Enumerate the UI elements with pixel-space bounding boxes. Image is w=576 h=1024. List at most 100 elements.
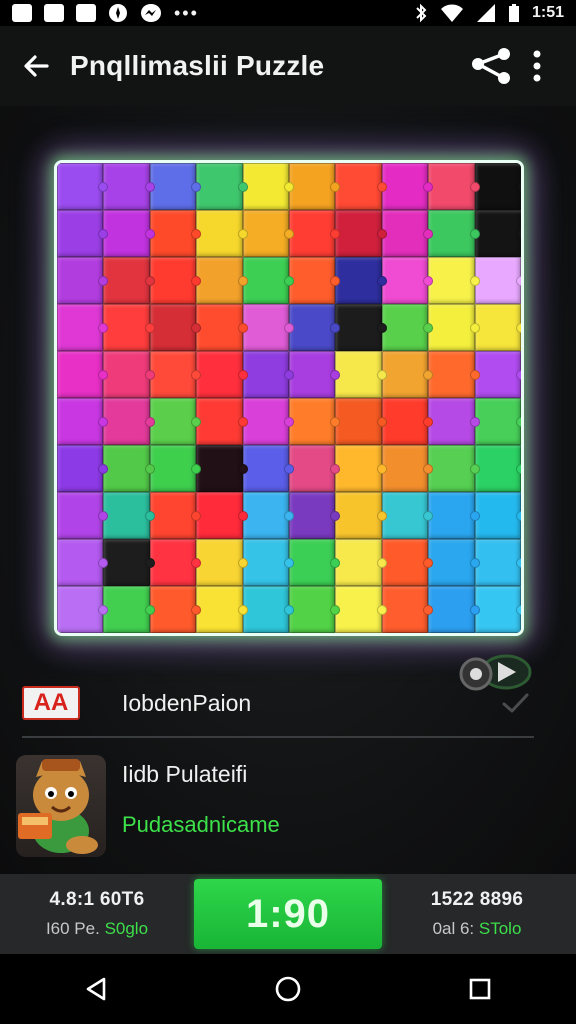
puzzle-piece[interactable] [335,304,388,351]
list-item-2[interactable]: Iidb Pulateifi Pudasadnicame [16,755,556,859]
puzzle-piece[interactable] [474,586,521,633]
puzzle-piece[interactable] [474,351,521,398]
nav-recents-button[interactable] [450,964,510,1014]
puzzle-piece[interactable] [428,398,481,445]
puzzle-piece[interactable] [242,257,295,304]
puzzle-piece[interactable] [149,257,202,304]
puzzle-piece[interactable] [428,257,481,304]
puzzle-piece[interactable] [196,492,249,539]
puzzle-piece[interactable] [428,304,481,351]
puzzle-piece[interactable] [289,163,341,210]
puzzle-piece[interactable] [242,445,295,492]
puzzle-piece[interactable] [428,492,481,539]
puzzle-grid[interactable] [57,163,521,633]
puzzle-piece[interactable] [196,351,249,398]
puzzle-piece[interactable] [428,539,481,586]
puzzle-piece[interactable] [149,492,202,539]
back-button[interactable] [16,46,56,86]
puzzle-piece[interactable] [289,492,341,539]
puzzle-piece[interactable] [57,304,109,351]
puzzle-piece[interactable] [335,351,388,398]
puzzle-piece[interactable] [103,163,156,210]
puzzle-piece[interactable] [428,351,481,398]
puzzle-piece[interactable] [335,539,388,586]
puzzle-piece[interactable] [289,445,341,492]
list-item-1[interactable]: AA IobdenPaion [22,678,534,728]
puzzle-piece[interactable] [103,492,156,539]
timer-button[interactable]: 1:90 [194,879,382,949]
puzzle-piece[interactable] [149,539,202,586]
puzzle-piece[interactable] [149,163,202,210]
puzzle-piece[interactable] [474,492,521,539]
puzzle-piece[interactable] [242,586,295,633]
puzzle-piece[interactable] [335,586,388,633]
puzzle-piece[interactable] [242,539,295,586]
puzzle-piece[interactable] [57,586,109,633]
puzzle-board[interactable] [54,160,524,636]
puzzle-piece[interactable] [428,210,481,257]
puzzle-piece[interactable] [289,586,341,633]
puzzle-piece[interactable] [242,351,295,398]
puzzle-piece[interactable] [289,304,341,351]
puzzle-piece[interactable] [474,445,521,492]
puzzle-piece[interactable] [381,445,434,492]
puzzle-piece[interactable] [335,398,388,445]
puzzle-piece[interactable] [381,163,434,210]
puzzle-piece[interactable] [289,398,341,445]
puzzle-piece[interactable] [381,304,434,351]
puzzle-piece[interactable] [289,539,341,586]
puzzle-piece[interactable] [196,539,249,586]
puzzle-piece[interactable] [103,304,156,351]
puzzle-piece[interactable] [335,492,388,539]
share-button[interactable] [468,43,514,89]
puzzle-piece[interactable] [474,398,521,445]
puzzle-piece[interactable] [57,539,109,586]
puzzle-piece[interactable] [196,163,249,210]
puzzle-piece[interactable] [57,398,109,445]
puzzle-piece[interactable] [103,351,156,398]
puzzle-piece[interactable] [381,398,434,445]
puzzle-piece[interactable] [149,586,202,633]
puzzle-piece[interactable] [57,163,109,210]
puzzle-piece[interactable] [428,445,481,492]
puzzle-piece[interactable] [289,210,341,257]
puzzle-piece[interactable] [335,210,388,257]
nav-home-button[interactable] [258,964,318,1014]
puzzle-piece[interactable] [242,163,295,210]
puzzle-piece[interactable] [242,304,295,351]
puzzle-piece[interactable] [381,586,434,633]
puzzle-piece[interactable] [149,351,202,398]
puzzle-piece[interactable] [196,304,249,351]
puzzle-piece[interactable] [57,445,109,492]
puzzle-piece[interactable] [196,586,249,633]
puzzle-piece[interactable] [474,304,521,351]
puzzle-piece[interactable] [57,210,109,257]
puzzle-piece[interactable] [103,398,156,445]
puzzle-piece[interactable] [196,445,249,492]
puzzle-piece[interactable] [242,398,295,445]
puzzle-piece[interactable] [381,210,434,257]
puzzle-piece[interactable] [149,210,202,257]
puzzle-piece[interactable] [196,398,249,445]
puzzle-piece[interactable] [381,492,434,539]
puzzle-piece[interactable] [196,257,249,304]
puzzle-piece[interactable] [103,445,156,492]
puzzle-piece[interactable] [381,257,434,304]
puzzle-piece[interactable] [474,539,521,586]
puzzle-piece[interactable] [242,492,295,539]
puzzle-piece[interactable] [335,163,388,210]
puzzle-piece[interactable] [381,351,434,398]
puzzle-piece[interactable] [428,586,481,633]
puzzle-piece[interactable] [474,257,521,304]
puzzle-piece[interactable] [57,351,109,398]
puzzle-piece[interactable] [474,163,521,210]
puzzle-piece[interactable] [103,586,156,633]
nav-back-button[interactable] [66,964,126,1014]
puzzle-piece[interactable] [289,351,341,398]
puzzle-piece[interactable] [149,445,202,492]
puzzle-piece[interactable] [335,257,388,304]
puzzle-piece[interactable] [289,257,341,304]
puzzle-piece[interactable] [474,210,521,257]
puzzle-piece[interactable] [428,163,481,210]
puzzle-piece[interactable] [196,210,249,257]
